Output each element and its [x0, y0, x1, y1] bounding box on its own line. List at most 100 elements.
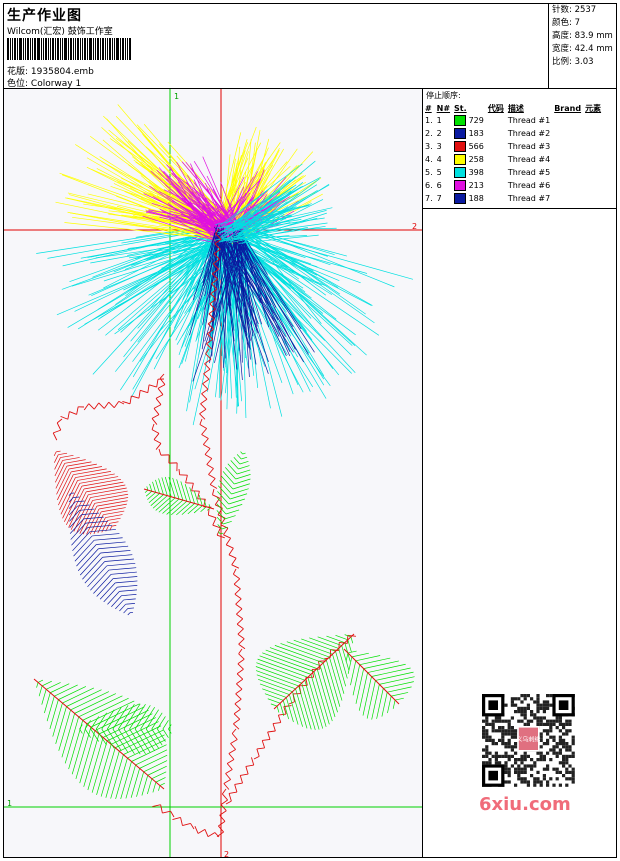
- row-desc: Thread #1: [507, 116, 551, 125]
- row-element: [585, 114, 605, 127]
- row-swatch: 188: [454, 192, 488, 205]
- guide-label-green-left: 1: [7, 799, 12, 808]
- row-n: 5: [436, 168, 442, 177]
- row-n: 3: [436, 142, 442, 151]
- row-brand: [554, 127, 585, 140]
- thread-row: 5. 5 398 Thread #5: [425, 166, 605, 179]
- stat-scale: 比例: 3.03: [552, 57, 594, 67]
- row-brand: [554, 179, 585, 192]
- row-num: 1.: [425, 116, 433, 125]
- qr-code: 义乌刺绣: [474, 686, 584, 798]
- color-swatch: [454, 115, 467, 126]
- col-code: 代码: [487, 104, 504, 113]
- thread-row: 3. 3 566 Thread #3: [425, 140, 605, 153]
- color-swatch: [454, 154, 467, 165]
- row-st: 213: [468, 181, 484, 190]
- header-info: 生产作业图 Wilcom(汇宏) 鼓饰工作室 花版: 1935804.emb 色…: [4, 4, 548, 89]
- qr-badge-text: 义乌刺绣: [516, 735, 540, 743]
- row-n: 4: [436, 155, 442, 164]
- row-swatch: 566: [454, 140, 488, 153]
- row-code: [488, 166, 508, 179]
- stats-panel: 针数: 2537 颜色: 7 高度: 83.9 mm 宽度: 42.4 mm 比…: [548, 4, 616, 88]
- row-n: 7: [436, 194, 442, 203]
- row-swatch: 258: [454, 153, 488, 166]
- row-element: [585, 166, 605, 179]
- row-num: 5.: [425, 168, 433, 177]
- row-swatch: 213: [454, 179, 488, 192]
- watermark: 6xiu.com: [479, 794, 571, 815]
- row-desc: Thread #5: [507, 168, 551, 177]
- row-desc: Thread #7: [507, 194, 551, 203]
- col-num: #: [425, 104, 432, 113]
- row-desc: Thread #3: [507, 142, 551, 151]
- qr-svg: 义乌刺绣: [474, 686, 584, 798]
- barcode: [7, 38, 143, 60]
- row-element: [585, 127, 605, 140]
- row-st: 729: [468, 116, 484, 125]
- row-n: 6: [436, 181, 442, 190]
- col-element: 元素: [585, 104, 602, 113]
- row-st: 398: [468, 168, 484, 177]
- color-swatch: [454, 180, 467, 191]
- row-num: 4.: [425, 155, 433, 164]
- row-code: [488, 179, 508, 192]
- row-brand: [554, 140, 585, 153]
- row-brand: [554, 153, 585, 166]
- row-st: 566: [468, 142, 484, 151]
- stitch-artwork: [33, 104, 415, 838]
- row-element: [585, 153, 605, 166]
- col-brand: Brand: [554, 104, 582, 113]
- color-swatch: [454, 128, 467, 139]
- row-code: [488, 153, 508, 166]
- row-desc: Thread #2: [507, 129, 551, 138]
- row-swatch: 729: [454, 114, 488, 127]
- stop-sequence-panel: 停止顺序: # N# St. 代码 描述 Brand 元素 1. 1 729 Thr…: [423, 89, 616, 209]
- guide-label-red-right: 2: [412, 222, 417, 231]
- row-brand: [554, 114, 585, 127]
- thread-row: 7. 7 188 Thread #7: [425, 192, 605, 205]
- page-title: 生产作业图: [7, 8, 82, 24]
- thread-table: # N# St. 代码 描述 Brand 元素 1. 1 729 Thread #1…: [425, 103, 605, 205]
- row-brand: [554, 192, 585, 205]
- thread-row: 1. 1 729 Thread #1: [425, 114, 605, 127]
- row-st: 183: [468, 129, 484, 138]
- row-n: 1: [436, 116, 442, 125]
- stat-width: 宽度: 42.4 mm: [552, 44, 613, 54]
- thread-row: 6. 6 213 Thread #6: [425, 179, 605, 192]
- row-st: 188: [468, 194, 484, 203]
- row-num: 6.: [425, 181, 433, 190]
- col-n: N#: [436, 104, 451, 113]
- row-element: [585, 192, 605, 205]
- color-swatch: [454, 141, 467, 152]
- col-st: St.: [454, 104, 467, 113]
- row-desc: Thread #4: [507, 155, 551, 164]
- guide-label-green-top: 1: [174, 92, 179, 101]
- row-code: [488, 114, 508, 127]
- row-st: 258: [468, 155, 484, 164]
- stat-colors: 颜色: 7: [552, 18, 580, 28]
- col-desc: 描述: [507, 104, 524, 113]
- work-sheet: 生产作业图 Wilcom(汇宏) 鼓饰工作室 花版: 1935804.emb 色…: [3, 3, 617, 859]
- row-num: 2.: [425, 129, 433, 138]
- stat-stitches: 针数: 2537: [552, 5, 597, 15]
- row-swatch: 183: [454, 127, 488, 140]
- row-code: [488, 127, 508, 140]
- row-element: [585, 179, 605, 192]
- sequence-title: 停止顺序:: [426, 91, 461, 100]
- row-swatch: 398: [454, 166, 488, 179]
- row-num: 3.: [425, 142, 433, 151]
- guide-label-red-bottom: 2: [224, 850, 229, 857]
- color-swatch: [454, 193, 467, 204]
- color-swatch: [454, 167, 467, 178]
- embroidery-preview: 1 2 1 2: [4, 89, 423, 859]
- thread-row: 4. 4 258 Thread #4: [425, 153, 605, 166]
- thread-row: 2. 2 183 Thread #2: [425, 127, 605, 140]
- row-brand: [554, 166, 585, 179]
- row-num: 7.: [425, 194, 433, 203]
- company-name: Wilcom(汇宏) 鼓饰工作室: [7, 27, 113, 37]
- row-code: [488, 140, 508, 153]
- design-svg: 1 2 1 2: [4, 89, 422, 859]
- stat-height: 高度: 83.9 mm: [552, 31, 613, 41]
- row-code: [488, 192, 508, 205]
- row-element: [585, 140, 605, 153]
